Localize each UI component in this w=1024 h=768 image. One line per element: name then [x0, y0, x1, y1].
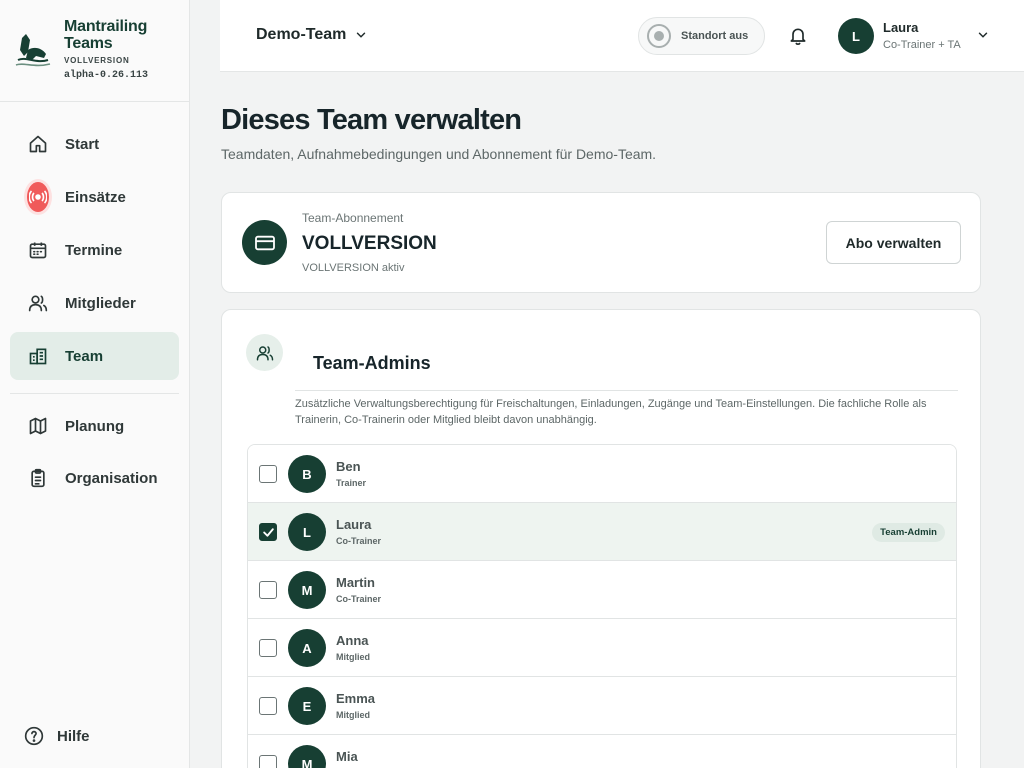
avatar: B	[288, 455, 326, 493]
team-admin-badge: Team-Admin	[872, 523, 945, 542]
help-circle-icon	[23, 725, 45, 747]
member-name: Laura	[336, 517, 372, 532]
team-admins-card: Team-Admins Zusätzliche Verwaltungsberec…	[221, 309, 981, 768]
section-divider	[295, 390, 958, 391]
clipboard-icon	[27, 467, 49, 489]
avatar: M	[288, 571, 326, 609]
member-name: Martin	[336, 575, 375, 590]
user-role: Co-Trainer + TA	[883, 39, 961, 51]
sidebar-item-team[interactable]: Team	[10, 332, 179, 380]
sidebar-item-label: Planung	[65, 417, 125, 435]
member-role: Mitglied	[336, 710, 370, 720]
credit-card-icon	[242, 220, 287, 265]
brand-name: Mantrailing Teams	[64, 18, 147, 52]
table-row[interactable]: A Anna Mitglied	[248, 619, 956, 677]
table-row[interactable]: M Martin Co-Trainer	[248, 561, 956, 619]
avatar: E	[288, 687, 326, 725]
brand-name-line1: Mantrailing	[64, 18, 148, 35]
page-title: Dieses Team verwalten	[221, 104, 522, 136]
brand-name-line2: Teams	[64, 35, 113, 52]
team-admins-title: Team-Admins	[313, 353, 431, 373]
team-admins-description: Zusätzliche Verwaltungsberechtigung für …	[295, 398, 927, 426]
sidebar-item-label: Termine	[65, 241, 123, 259]
admin-checkbox[interactable]	[259, 465, 277, 483]
subscription-plan: VOLLVERSION	[302, 233, 437, 254]
calendar-icon	[27, 239, 49, 261]
sidebar-item-start[interactable]: Start	[10, 120, 179, 168]
admin-checkbox[interactable]	[259, 523, 277, 541]
member-role: Trainer	[336, 478, 367, 488]
admin-checkbox[interactable]	[259, 755, 277, 768]
bell-icon	[790, 28, 806, 45]
sidebar-item-organisation[interactable]: Organisation	[10, 454, 179, 502]
subscription-card: Team-Abonnement VOLLVERSION VOLLVERSION …	[221, 192, 981, 293]
sidebar-item-termine[interactable]: Termine	[10, 226, 179, 274]
member-list: B Ben Trainer L Laura Co-Trainer Team-Ad…	[247, 444, 957, 768]
sidebar-item-mitglieder[interactable]: Mitglieder	[10, 279, 179, 327]
location-off-icon	[647, 24, 671, 48]
dog-trail-logo-icon	[15, 34, 51, 67]
table-row[interactable]: M Mia	[248, 735, 956, 768]
member-role: Co-Trainer	[336, 594, 382, 604]
users-icon	[27, 292, 49, 314]
help-link[interactable]: Hilfe	[10, 712, 179, 760]
checkmark-icon	[262, 527, 274, 537]
sidebar-item-label: Start	[65, 135, 100, 153]
map-icon	[27, 415, 49, 437]
member-name: Emma	[336, 691, 376, 706]
admin-checkbox[interactable]	[259, 697, 277, 715]
top-header: Demo-Team Standort aus L Laura Co-Traine…	[220, 0, 1024, 72]
avatar: L	[288, 513, 326, 551]
page-subtitle: Teamdaten, Aufnahmebedingungen und Abonn…	[221, 146, 657, 162]
member-name: Ben	[336, 459, 361, 474]
team-selector-label: Demo-Team	[256, 26, 347, 43]
sidebar-item-einsaetze[interactable]: Einsätze	[10, 173, 179, 221]
chevron-down-icon	[357, 32, 366, 38]
location-toggle-button[interactable]: Standort aus	[638, 17, 765, 55]
table-row[interactable]: E Emma Mitglied	[248, 677, 956, 735]
member-name: Anna	[336, 633, 369, 648]
team-selector[interactable]: Demo-Team	[256, 26, 368, 44]
avatar: A	[288, 629, 326, 667]
chevron-down-icon	[978, 32, 988, 38]
sidebar-item-planung[interactable]: Planung	[10, 402, 179, 450]
avatar: L	[838, 18, 874, 54]
member-name: Mia	[336, 749, 358, 764]
brand-edition: VOLLVERSION	[64, 56, 130, 65]
user-name: Laura	[883, 20, 919, 35]
subscription-status: VOLLVERSION aktiv	[302, 262, 405, 274]
help-label: Hilfe	[57, 727, 90, 745]
manage-subscription-button[interactable]: Abo verwalten	[826, 221, 961, 264]
admin-checkbox[interactable]	[259, 581, 277, 599]
table-row[interactable]: L Laura Co-Trainer Team-Admin	[248, 503, 956, 561]
sidebar-item-label: Team	[65, 347, 104, 365]
admin-checkbox[interactable]	[259, 639, 277, 657]
users-icon	[246, 334, 283, 371]
sidebar-item-label: Einsätze	[65, 188, 126, 206]
subscription-kicker: Team-Abonnement	[302, 211, 404, 225]
alarm-icon	[27, 182, 49, 212]
member-role: Co-Trainer	[336, 536, 382, 546]
sidebar: Mantrailing Teams VOLLVERSION alpha-0.26…	[0, 0, 190, 768]
brand-version: alpha-0.26.113	[64, 70, 149, 81]
sidebar-divider	[10, 393, 179, 394]
sidebar-item-label: Mitglieder	[65, 294, 136, 312]
home-icon	[27, 133, 49, 155]
avatar: M	[288, 745, 326, 768]
sidebar-item-label: Organisation	[65, 469, 158, 487]
table-row[interactable]: B Ben Trainer	[248, 445, 956, 503]
notifications-button[interactable]	[788, 25, 808, 52]
brand: Mantrailing Teams VOLLVERSION alpha-0.26…	[0, 0, 189, 102]
location-toggle-label: Standort aus	[681, 30, 749, 42]
member-role: Mitglied	[336, 652, 370, 662]
building-icon	[27, 345, 49, 367]
